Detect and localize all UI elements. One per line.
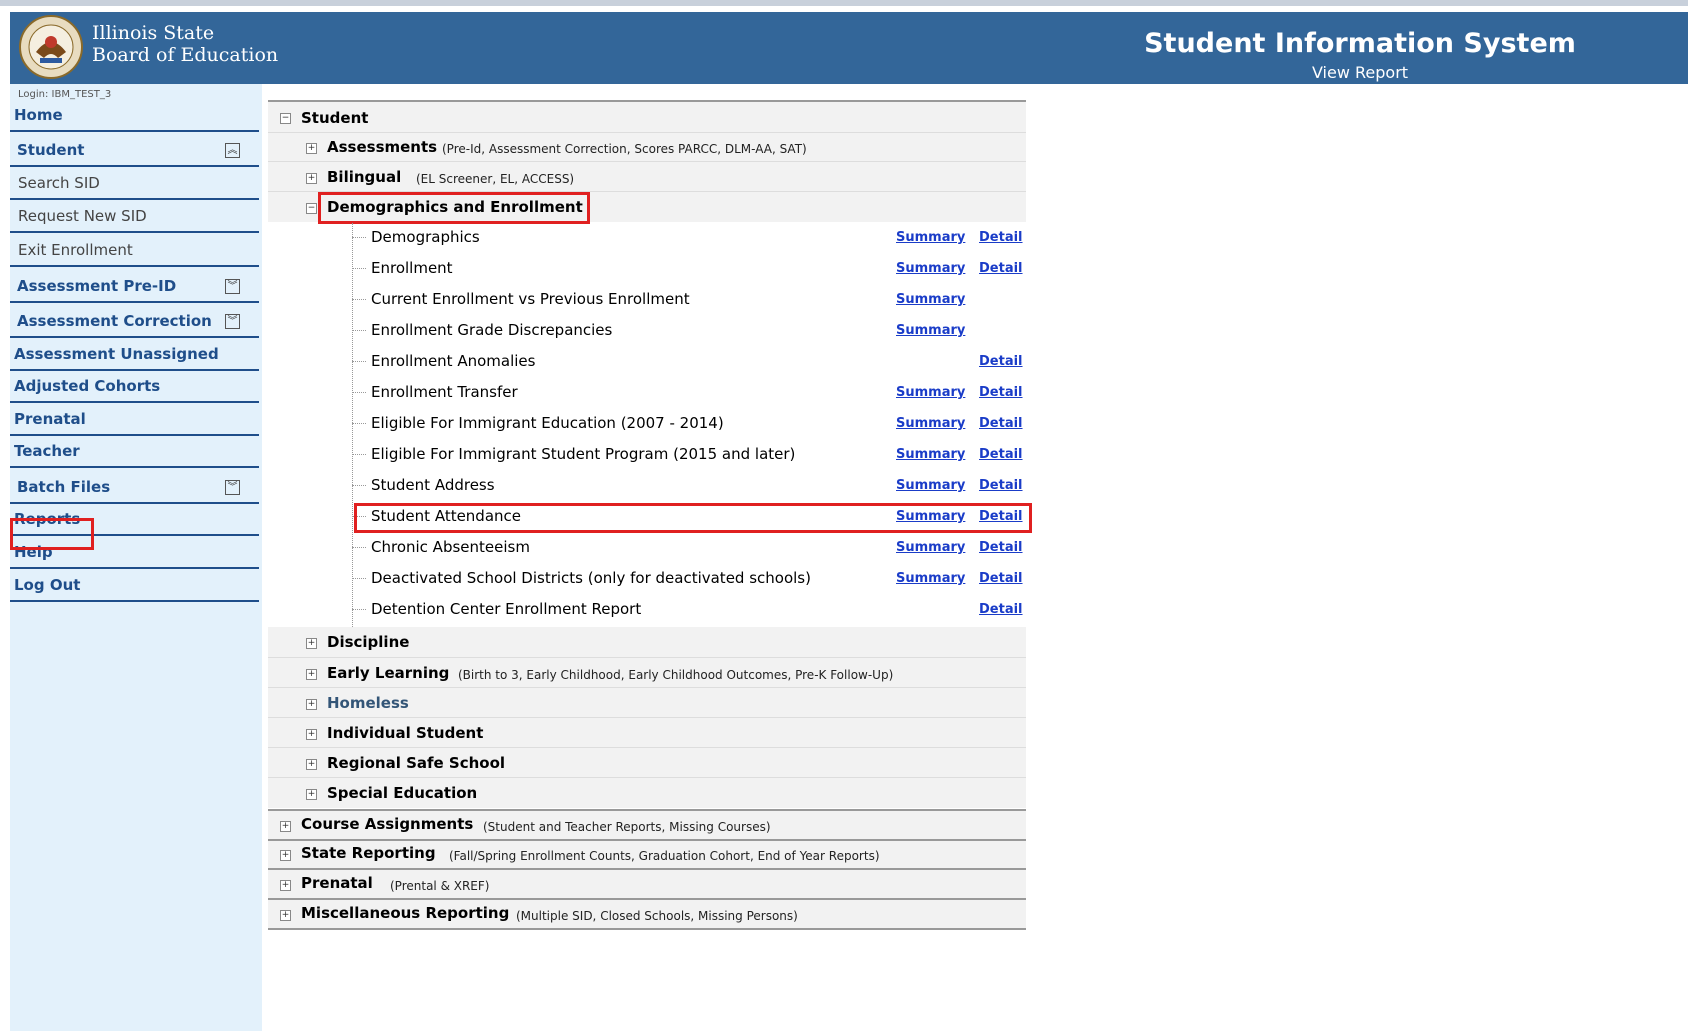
nav-request-new-sid[interactable]: Request New SID (10, 202, 259, 233)
nav-adjusted-cohorts[interactable]: Adjusted Cohorts (10, 373, 259, 403)
nav-batch-files[interactable]: Batch Files ︾ (10, 470, 259, 504)
summary-link[interactable]: Summary (896, 230, 965, 245)
group-early-learning[interactable]: + Early Learning (Birth to 3, Early Chil… (268, 657, 1026, 688)
report-item: Enrollment Summary Detail (268, 253, 1026, 284)
report-item: Enrollment Anomalies Detail (268, 346, 1026, 377)
group-bilingual[interactable]: + Bilingual (EL Screener, EL, ACCESS) (268, 161, 1026, 192)
report-item: Eligible For Immigrant Education (2007 -… (268, 408, 1026, 439)
group-regional-safe-school[interactable]: + Regional Safe School (268, 747, 1026, 778)
report-item: Student Address Summary Detail (268, 470, 1026, 501)
top-strip (0, 0, 1688, 6)
detail-link[interactable]: Detail (979, 478, 1023, 493)
collapse-icon[interactable]: − (280, 113, 291, 124)
expand-icon[interactable]: + (306, 759, 317, 770)
detail-link[interactable]: Detail (979, 385, 1023, 400)
group-special-education[interactable]: + Special Education (268, 777, 1026, 808)
detail-link[interactable]: Detail (979, 354, 1023, 369)
highlight-student-attendance (354, 503, 1032, 533)
detail-link[interactable]: Detail (979, 602, 1023, 617)
expand-icon[interactable]: + (306, 699, 317, 710)
nav-log-out[interactable]: Log Out (10, 571, 259, 602)
nav-teacher[interactable]: Teacher (10, 438, 259, 468)
system-title: Student Information System (1144, 28, 1576, 59)
collapse-icon[interactable]: ︽ (225, 143, 240, 158)
state-seal-logo (19, 15, 83, 79)
expand-icon[interactable]: + (280, 910, 291, 921)
group-discipline[interactable]: + Discipline (268, 627, 1026, 657)
report-item: Deactivated School Districts (only for d… (268, 563, 1026, 594)
summary-link[interactable]: Summary (896, 292, 965, 307)
expand-icon[interactable]: + (306, 638, 317, 649)
detail-link[interactable]: Detail (979, 416, 1023, 431)
report-item: Eligible For Immigrant Student Program (… (268, 439, 1026, 470)
highlight-reports (10, 518, 94, 550)
report-item: Enrollment Grade Discrepancies Summary (268, 315, 1026, 346)
summary-link[interactable]: Summary (896, 447, 965, 462)
group-assessments[interactable]: + Assessments (Pre-Id, Assessment Correc… (268, 132, 1026, 162)
divider (268, 928, 1026, 930)
group-prenatal[interactable]: + Prenatal (Prental & XREF) (268, 870, 1026, 899)
expand-icon[interactable]: ︾ (225, 480, 240, 495)
nav-assessment-unassigned[interactable]: Assessment Unassigned (10, 340, 259, 371)
summary-link[interactable]: Summary (896, 261, 965, 276)
summary-link[interactable]: Summary (896, 478, 965, 493)
highlight-demographics-enrollment (318, 192, 590, 224)
summary-link[interactable]: Summary (896, 416, 965, 431)
group-state-reporting[interactable]: + State Reporting (Fall/Spring Enrollmen… (268, 841, 1026, 868)
nav-search-sid[interactable]: Search SID (10, 169, 259, 200)
report-item: Demographics Summary Detail (268, 222, 1026, 253)
report-item: Current Enrollment vs Previous Enrollmen… (268, 284, 1026, 315)
summary-link[interactable]: Summary (896, 323, 965, 338)
expand-icon[interactable]: + (306, 789, 317, 800)
agency-name: Illinois State Board of Education (92, 22, 279, 66)
nav-assessment-pre-id[interactable]: Assessment Pre-ID ︾ (10, 269, 259, 303)
expand-icon[interactable]: + (280, 821, 291, 832)
report-item: Detention Center Enrollment Report Detai… (268, 594, 1026, 625)
nav-prenatal[interactable]: Prenatal (10, 405, 259, 436)
report-item: Chronic Absenteeism Summary Detail (268, 532, 1026, 563)
expand-icon[interactable]: ︾ (225, 314, 240, 329)
collapse-icon[interactable]: − (306, 203, 317, 214)
nav-exit-enrollment[interactable]: Exit Enrollment (10, 235, 259, 267)
page-header: Illinois State Board of Education Studen… (10, 12, 1688, 84)
detail-link[interactable]: Detail (979, 447, 1023, 462)
detail-link[interactable]: Detail (979, 261, 1023, 276)
group-individual-student[interactable]: + Individual Student (268, 717, 1026, 748)
expand-icon[interactable]: + (306, 669, 317, 680)
expand-icon[interactable]: + (280, 850, 291, 861)
nav-home[interactable]: Home (10, 102, 259, 132)
nav-student[interactable]: Student ︽ (10, 134, 259, 167)
detail-link[interactable]: Detail (979, 571, 1023, 586)
detail-link[interactable]: Detail (979, 230, 1023, 245)
group-homeless[interactable]: + Homeless (268, 687, 1026, 718)
report-item: Enrollment Transfer Summary Detail (268, 377, 1026, 408)
expand-icon[interactable]: + (306, 729, 317, 740)
summary-link[interactable]: Summary (896, 571, 965, 586)
summary-link[interactable]: Summary (896, 385, 965, 400)
nav-assessment-correction[interactable]: Assessment Correction ︾ (10, 305, 259, 338)
tree-root-student[interactable]: − Student (268, 102, 1026, 132)
expand-icon[interactable]: + (306, 143, 317, 154)
page-subtitle: View Report (1311, 63, 1409, 82)
login-label: Login: IBM_TEST_3 (18, 89, 112, 100)
detail-link[interactable]: Detail (979, 540, 1023, 555)
summary-link[interactable]: Summary (896, 540, 965, 555)
expand-icon[interactable]: + (280, 880, 291, 891)
sidebar: Login: IBM_TEST_3 Home Student ︽ Search S… (10, 84, 262, 1031)
expand-icon[interactable]: ︾ (225, 279, 240, 294)
expand-icon[interactable]: + (306, 173, 317, 184)
group-miscellaneous-reporting[interactable]: + Miscellaneous Reporting (Multiple SID,… (268, 900, 1026, 928)
group-course-assignments[interactable]: + Course Assignments (Student and Teache… (268, 811, 1026, 839)
